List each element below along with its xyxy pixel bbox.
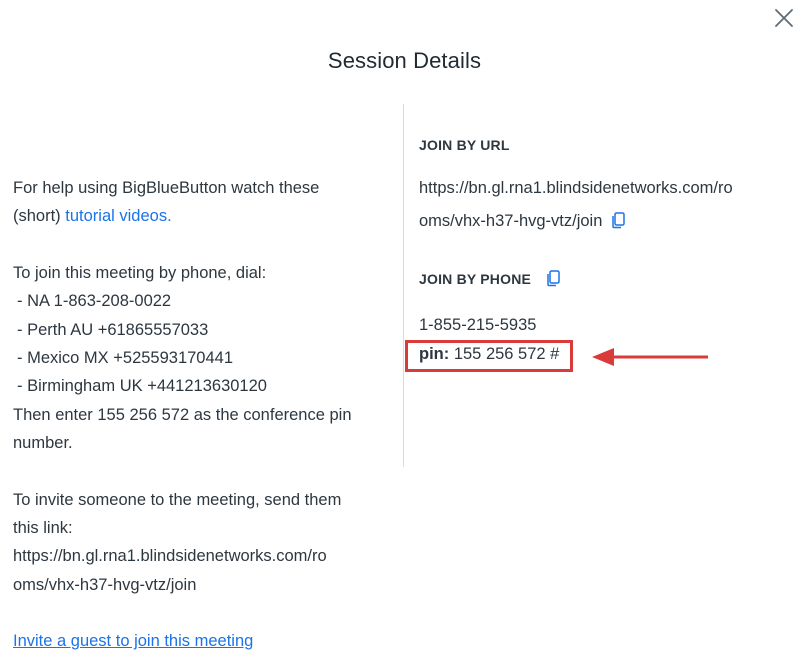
copy-phone-button[interactable] (545, 269, 561, 290)
copy-url-button[interactable] (610, 208, 626, 241)
invite-url: https://bn.gl.rna1.blindsidenetworks.com… (13, 547, 327, 566)
copy-icon (547, 270, 560, 287)
close-button[interactable] (772, 6, 796, 30)
column-divider (403, 104, 404, 467)
modal-title: Session Details (327, 48, 482, 73)
dial-number-mexico: - Mexico MX +525593170441 (17, 349, 234, 368)
invite-guest-link[interactable]: Invite a guest to join this meeting (13, 632, 253, 650)
copy-icon (612, 212, 626, 229)
join-url: https://bn.gl.rna1.blindsidenetworks.com… (419, 172, 791, 241)
pin-value: pin: 155 256 572 # (419, 345, 560, 363)
session-info-panel: For help using BigBlueButton watch these… (13, 174, 398, 656)
dial-number-birmingham: - Birmingham UK +441213630120 (17, 377, 267, 396)
dial-number-perth: - Perth AU +61865557033 (17, 320, 209, 339)
arrow-left-icon (592, 348, 708, 366)
help-text: For help using BigBlueButton watch these… (13, 179, 320, 226)
tutorial-videos-link[interactable]: tutorial videos. (65, 207, 171, 225)
dial-number-na: - NA 1-863-208-0022 (17, 292, 172, 311)
phone-number: 1-855-215-5935 (419, 316, 537, 334)
join-by-phone-label: JOIN BY PHONE (419, 269, 561, 290)
close-icon (775, 9, 793, 27)
invite-info: To invite someone to the meeting, send t… (13, 490, 342, 594)
join-by-url-label: JOIN BY URL (419, 137, 510, 153)
phone-dial-info: To join this meeting by phone, dial: - N… (13, 263, 352, 453)
